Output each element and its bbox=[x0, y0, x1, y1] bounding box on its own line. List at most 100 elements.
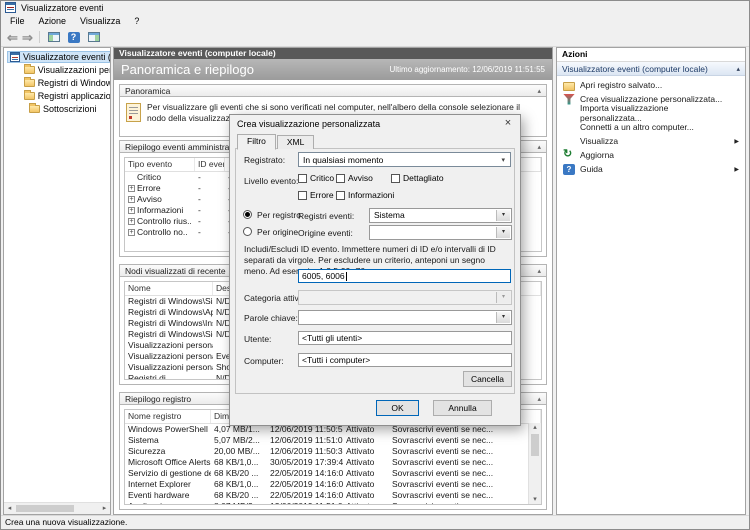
expand-plus-icon[interactable]: + bbox=[128, 196, 135, 203]
menu-item[interactable]: Visualizza bbox=[73, 14, 127, 28]
action-item[interactable]: Visualizza ▶ bbox=[557, 134, 745, 148]
table-row[interactable]: Sicurezza 20,00 MB/... 12/06/2019 11:50:… bbox=[125, 446, 541, 457]
menu-item[interactable]: File bbox=[3, 14, 32, 28]
status-bar: Crea una nuova visualizzazione. bbox=[1, 515, 749, 529]
dialog-title-bar[interactable]: Crea visualizzazione personalizzata × bbox=[230, 115, 520, 132]
column-header[interactable]: Nome registro bbox=[125, 410, 211, 423]
collapse-icon[interactable]: ▴ bbox=[537, 395, 541, 403]
dialog-title: Crea visualizzazione personalizzata bbox=[237, 119, 380, 129]
submenu-arrow-icon: ▶ bbox=[734, 138, 739, 145]
toolbar-separator bbox=[39, 31, 40, 43]
column-header[interactable]: Tipo evento bbox=[125, 158, 195, 171]
expand-plus-icon[interactable]: + bbox=[128, 218, 135, 225]
event-viewer-icon bbox=[10, 52, 20, 62]
table-row[interactable]: Internet Explorer 68 KB/1,0... 22/05/201… bbox=[125, 479, 541, 490]
folder-icon bbox=[29, 105, 40, 113]
level-checkbox[interactable]: Dettagliato bbox=[391, 173, 444, 183]
main-panel-header: Visualizzatore eventi (computer locale) bbox=[114, 48, 552, 59]
scroll-right-icon[interactable]: ▸ bbox=[99, 504, 110, 514]
dialog-tab[interactable]: Filtro bbox=[237, 134, 276, 150]
tree-item[interactable]: › › Registri applicazioni e servizi bbox=[4, 89, 110, 102]
menu-item[interactable]: Azione bbox=[32, 14, 74, 28]
dropdown-arrow-icon[interactable]: ▾ bbox=[496, 210, 510, 221]
by-log-label: Per registro bbox=[257, 210, 301, 220]
expand-plus-icon[interactable]: + bbox=[128, 207, 135, 214]
level-checkbox[interactable]: Errore bbox=[298, 190, 336, 200]
by-log-radio[interactable] bbox=[243, 210, 252, 219]
forward-arrow-icon[interactable]: ⇒ bbox=[20, 30, 35, 45]
console-tree-icon bbox=[48, 32, 60, 42]
title-bar: Visualizzatore eventi bbox=[1, 1, 749, 14]
clear-button[interactable]: Cancella bbox=[463, 371, 512, 387]
scroll-up-icon[interactable]: ▴ bbox=[529, 423, 541, 432]
tree-item[interactable]: › › Visualizzazioni personalizzate bbox=[4, 63, 110, 76]
level-checkbox[interactable]: Informazioni bbox=[336, 190, 391, 200]
help-button[interactable]: ? bbox=[64, 30, 83, 45]
checkbox-box[interactable] bbox=[298, 174, 307, 183]
tree-root-event-viewer[interactable]: Visualizzatore eventi (computer bbox=[4, 50, 110, 63]
tree-horizontal-scrollbar[interactable]: ◂ ▸ bbox=[4, 502, 110, 514]
registered-label: Registrato: bbox=[244, 155, 285, 165]
last-update-label: Ultimo aggiornamento: 12/06/2019 11:51:5… bbox=[389, 65, 545, 74]
log-table-vertical-scrollbar[interactable]: ▴ ▾ bbox=[528, 423, 541, 504]
action-item[interactable]: Apri registro salvato... ▶ bbox=[557, 78, 745, 92]
collapse-icon[interactable]: ▴ bbox=[537, 143, 541, 151]
keywords-dropdown[interactable]: ▾ bbox=[298, 310, 512, 325]
scroll-left-icon[interactable]: ◂ bbox=[4, 504, 15, 514]
table-row[interactable]: Servizio di gestione delle ... 68 KB/20 … bbox=[125, 468, 541, 479]
checkbox-box[interactable] bbox=[391, 174, 400, 183]
actions-list: Apri registro salvato... ▶ Crea visualiz… bbox=[557, 76, 745, 176]
checkbox-box[interactable] bbox=[298, 191, 307, 200]
dropdown-arrow-icon[interactable]: ▾ bbox=[496, 312, 510, 323]
checkbox-box[interactable] bbox=[336, 174, 345, 183]
column-header[interactable]: ID evento bbox=[195, 158, 225, 171]
dialog-tab[interactable]: XML bbox=[277, 135, 314, 149]
collapse-icon[interactable]: ▴ bbox=[736, 65, 740, 73]
action-item[interactable]: Guida ▶ bbox=[557, 162, 745, 176]
close-icon[interactable]: × bbox=[496, 115, 520, 132]
level-checkbox[interactable]: Avviso bbox=[336, 173, 391, 183]
action-item[interactable]: Importa visualizzazione personalizzata..… bbox=[557, 106, 745, 120]
tree-item[interactable]: › › Sottoscrizioni bbox=[4, 102, 110, 115]
checkbox-box[interactable] bbox=[336, 191, 345, 200]
menu-item[interactable]: ? bbox=[127, 14, 146, 28]
scroll-down-icon[interactable]: ▾ bbox=[529, 495, 541, 504]
scrollbar-thumb[interactable] bbox=[16, 505, 74, 512]
table-row[interactable]: Microsoft Office Alerts 68 KB/1,0... 30/… bbox=[125, 457, 541, 468]
table-row[interactable]: Applicazione 8,07 MB/2... 12/06/2019 11:… bbox=[125, 501, 541, 505]
expand-plus-icon[interactable]: + bbox=[128, 185, 135, 192]
collapse-icon[interactable]: ▴ bbox=[537, 267, 541, 275]
event-source-label: Origine eventi: bbox=[298, 228, 353, 238]
console-tree-panel: Visualizzatore eventi (computer › › Visu… bbox=[3, 47, 111, 515]
table-row[interactable]: Sistema 5,07 MB/2... 12/06/2019 11:51:02… bbox=[125, 435, 541, 446]
cancel-button[interactable]: Annulla bbox=[433, 400, 492, 416]
task-category-dropdown: ▾ bbox=[298, 290, 512, 305]
column-header[interactable]: Nome bbox=[125, 282, 213, 295]
computer-input[interactable]: <Tutti i computer> bbox=[298, 353, 512, 367]
action-icon bbox=[563, 164, 575, 175]
back-arrow-icon[interactable]: ⇐ bbox=[5, 30, 20, 45]
collapse-icon[interactable]: ▴ bbox=[537, 87, 541, 95]
ok-button[interactable]: OK bbox=[376, 400, 419, 416]
user-input[interactable]: <Tutti gli utenti> bbox=[298, 331, 512, 345]
dropdown-arrow-icon[interactable]: ▾ bbox=[496, 227, 510, 238]
tree-item[interactable]: › › Registri di Windows bbox=[4, 76, 110, 89]
event-logs-dropdown[interactable]: Sistema ▾ bbox=[369, 208, 512, 223]
registered-dropdown[interactable]: In qualsiasi momento ▾ bbox=[298, 152, 511, 167]
actions-group-header[interactable]: Visualizzatore eventi (computer locale) … bbox=[557, 62, 745, 76]
action-item[interactable]: Aggiorna ▶ bbox=[557, 148, 745, 162]
section-header-overview[interactable]: Panoramica ▴ bbox=[119, 84, 547, 97]
action-icon bbox=[563, 136, 575, 147]
show-action-pane-button[interactable] bbox=[84, 30, 103, 45]
submenu-arrow-icon: ▶ bbox=[734, 166, 739, 173]
show-console-tree-button[interactable] bbox=[44, 30, 63, 45]
by-source-label: Per origine bbox=[257, 227, 298, 237]
table-row[interactable]: Eventi hardware 68 KB/20 ... 22/05/2019 … bbox=[125, 490, 541, 501]
level-checkbox[interactable]: Critico bbox=[298, 173, 336, 183]
tree-items: › › Visualizzazioni personalizzate › › R… bbox=[4, 63, 110, 115]
event-id-input[interactable]: 6005, 6006 bbox=[298, 269, 511, 283]
expand-plus-icon[interactable]: + bbox=[128, 229, 135, 236]
by-source-radio[interactable] bbox=[243, 227, 252, 236]
event-source-dropdown[interactable]: ▾ bbox=[369, 225, 512, 240]
scrollbar-thumb[interactable] bbox=[531, 434, 539, 456]
